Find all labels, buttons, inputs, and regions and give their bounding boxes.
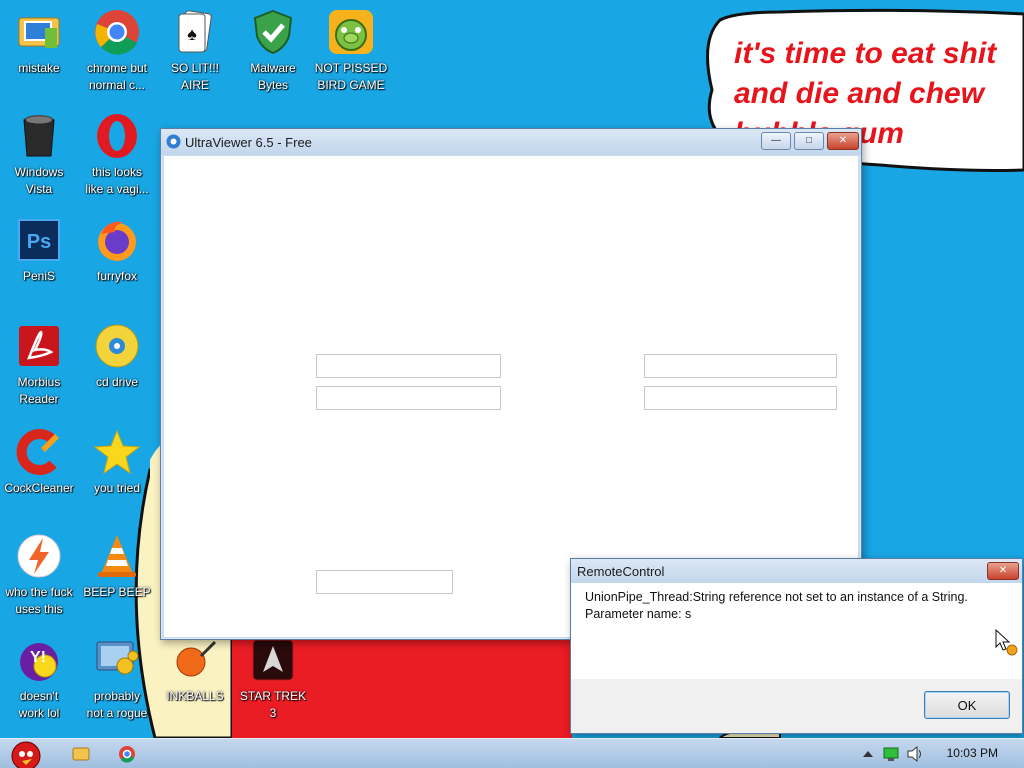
icon-label: probably not a rogue <box>86 689 148 720</box>
star-icon <box>93 429 141 475</box>
close-button[interactable]: ✕ <box>827 132 859 150</box>
icon-label: INKBALLS <box>166 689 224 703</box>
tray-network[interactable] <box>880 739 902 768</box>
ultraviewer-titlebar[interactable]: UltraViewer 6.5 - Free — □ ✕ <box>161 129 861 155</box>
desktop-icon-inkball[interactable]: INKBALLS <box>156 636 234 705</box>
icon-label: Malware Bytes <box>250 61 296 92</box>
chevron-up-icon <box>863 751 873 757</box>
remotecontrol-dialog[interactable]: RemoteControl ✕ UnionPipe_Thread:String … <box>570 558 1023 734</box>
desktop-icon-lightning[interactable]: who the fuck uses this <box>0 532 78 618</box>
busy-cursor-icon <box>995 629 1018 656</box>
desktop-icon-ccleaner[interactable]: CockCleaner <box>0 428 78 497</box>
chrome-icon <box>119 746 135 763</box>
ultraviewer-app-icon <box>166 134 181 149</box>
taskbar: 10:03 PM <box>0 738 1024 768</box>
photoshop-icon: Ps <box>18 219 60 261</box>
desktop-icon-cd-drive[interactable]: cd drive <box>78 322 156 391</box>
desktop-icon-opera[interactable]: this looks like a vagi... <box>78 112 156 198</box>
desktop-icon-photoshop[interactable]: Ps PeniS <box>0 216 78 285</box>
partner-password-field[interactable] <box>644 386 837 410</box>
opera-icon <box>97 114 137 158</box>
ok-button[interactable]: OK <box>924 691 1010 719</box>
start-button[interactable] <box>2 739 48 768</box>
desktop-icon-bird-game[interactable]: NOT PISSED BIRD GAME <box>312 8 390 94</box>
taskbar-chrome[interactable] <box>112 739 142 768</box>
lightning-icon <box>17 534 61 578</box>
icon-label: chrome but normal c... <box>86 61 148 92</box>
speaker-icon <box>907 745 921 763</box>
ink-ball-icon <box>176 640 217 677</box>
yahoo-icon: Y! <box>20 643 58 681</box>
trash-bin-icon <box>23 115 55 157</box>
icon-label: you tried <box>93 481 141 495</box>
your-password-field[interactable] <box>316 386 501 410</box>
pdf-reader-icon <box>19 326 59 366</box>
your-id-field[interactable] <box>316 354 501 378</box>
dialog-footer: OK <box>571 679 1022 733</box>
icon-label: Morbius Reader <box>17 375 61 406</box>
icon-label: doesn't work lol <box>18 689 60 720</box>
network-icon <box>883 747 899 761</box>
dialog-title: RemoteControl <box>577 564 665 579</box>
icon-label: mistake <box>18 61 60 75</box>
vlc-cone-icon <box>98 535 136 577</box>
dialog-message-line2: Parameter name: s <box>585 607 692 621</box>
icon-label: this looks like a vagi... <box>85 165 149 196</box>
desktop-icon-chrome[interactable]: chrome but normal c... <box>78 8 156 94</box>
icon-label: CockCleaner <box>4 481 74 495</box>
monitor-gears-icon <box>96 641 139 675</box>
desktop-icon-pdf-reader[interactable]: Morbius Reader <box>0 322 78 408</box>
green-pig-icon <box>329 10 373 54</box>
dialog-message: UnionPipe_Thread:String reference not se… <box>585 589 968 623</box>
firefox-icon <box>98 221 136 261</box>
star-trek-icon <box>252 639 294 681</box>
chrome-icon <box>95 10 139 55</box>
icon-label: BEEP BEEP <box>83 585 151 599</box>
ccleaner-icon <box>16 429 59 475</box>
dialog-close-button[interactable]: ✕ <box>987 562 1019 580</box>
svg-text:♠: ♠ <box>187 24 197 44</box>
icon-label: NOT PISSED BIRD GAME <box>314 61 388 92</box>
maximize-button[interactable]: □ <box>794 132 824 150</box>
svg-text:Ps: Ps <box>27 231 51 253</box>
desktop-icon-vlc[interactable]: BEEP BEEP <box>78 532 156 601</box>
angry-bird-start-icon <box>11 741 41 768</box>
desktop-icon-mistake[interactable]: mistake <box>0 8 78 77</box>
icon-label: SO LIT!!! AIRE <box>170 61 219 92</box>
desktop-icon-firefox[interactable]: furryfox <box>78 216 156 285</box>
minimize-button[interactable]: — <box>761 132 791 150</box>
desktop-icon-malwarebytes[interactable]: Malware Bytes <box>234 8 312 94</box>
tray-show-hidden[interactable] <box>858 739 878 768</box>
desktop-icon-monitor[interactable]: probably not a rogue <box>78 636 156 722</box>
icon-label: Windows Vista <box>14 165 64 196</box>
folder-computer-icon <box>18 17 60 48</box>
chat-input-field[interactable] <box>316 570 453 594</box>
svg-text:Y!: Y! <box>30 649 46 666</box>
icon-label: PeniS <box>22 269 56 283</box>
cd-icon <box>95 324 139 368</box>
icon-label: who the fuck uses this <box>5 585 73 616</box>
icon-label: cd drive <box>95 375 139 389</box>
desktop-icon-star-trek[interactable]: STAR TREK 3 <box>234 636 312 722</box>
dialog-message-line1: UnionPipe_Thread:String reference not se… <box>585 590 968 604</box>
desktop-icon-solitaire[interactable]: ♠ SO LIT!!! AIRE <box>156 8 234 94</box>
partner-id-field[interactable] <box>644 354 837 378</box>
taskbar-clock[interactable]: 10:03 PM <box>947 746 998 760</box>
icon-label: STAR TREK 3 <box>239 689 307 720</box>
desktop-icon-windows-vista[interactable]: Windows Vista <box>0 112 78 198</box>
desktop: it's time to eat shit and die and chew b… <box>0 0 1024 738</box>
folder-icon <box>72 747 90 761</box>
tray-volume[interactable] <box>904 739 926 768</box>
desktop-icon-star[interactable]: you tried <box>78 428 156 497</box>
solitaire-icon: ♠ <box>178 10 212 53</box>
desktop-icon-yahoo[interactable]: Y! doesn't work lol <box>0 636 78 722</box>
taskbar-explorer[interactable] <box>66 739 96 768</box>
shield-check-icon <box>253 9 293 55</box>
dialog-titlebar[interactable]: RemoteControl ✕ <box>571 559 1022 583</box>
icon-label: furryfox <box>96 269 137 283</box>
window-title: UltraViewer 6.5 - Free <box>185 135 312 150</box>
